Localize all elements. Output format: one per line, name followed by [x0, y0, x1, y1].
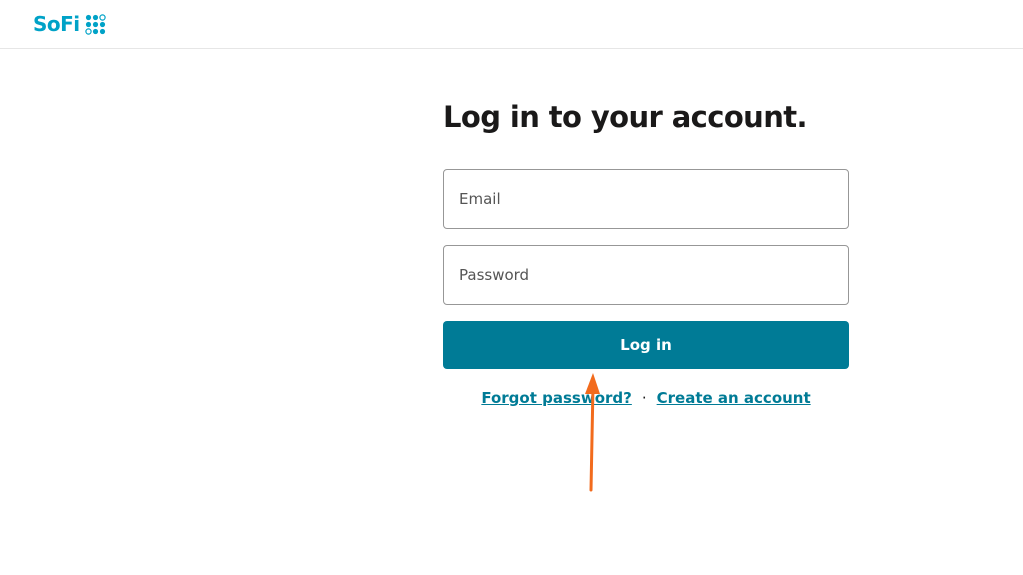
password-field[interactable] — [443, 245, 849, 305]
logo-dots-icon — [84, 13, 106, 35]
create-account-link[interactable]: Create an account — [657, 389, 811, 407]
page-title: Log in to your account. — [443, 100, 808, 134]
logo-wordmark: SoFi — [33, 12, 80, 36]
email-field[interactable] — [443, 169, 849, 229]
link-separator: · — [641, 389, 647, 407]
site-header: SoFi — [0, 0, 1023, 49]
auth-links: Forgot password? · Create an account — [443, 389, 849, 407]
login-form: Log in to your account. Log in Forgot pa… — [443, 95, 849, 407]
sofi-logo[interactable]: SoFi — [33, 12, 106, 36]
forgot-password-link[interactable]: Forgot password? — [481, 389, 632, 407]
login-button[interactable]: Log in — [443, 321, 849, 369]
